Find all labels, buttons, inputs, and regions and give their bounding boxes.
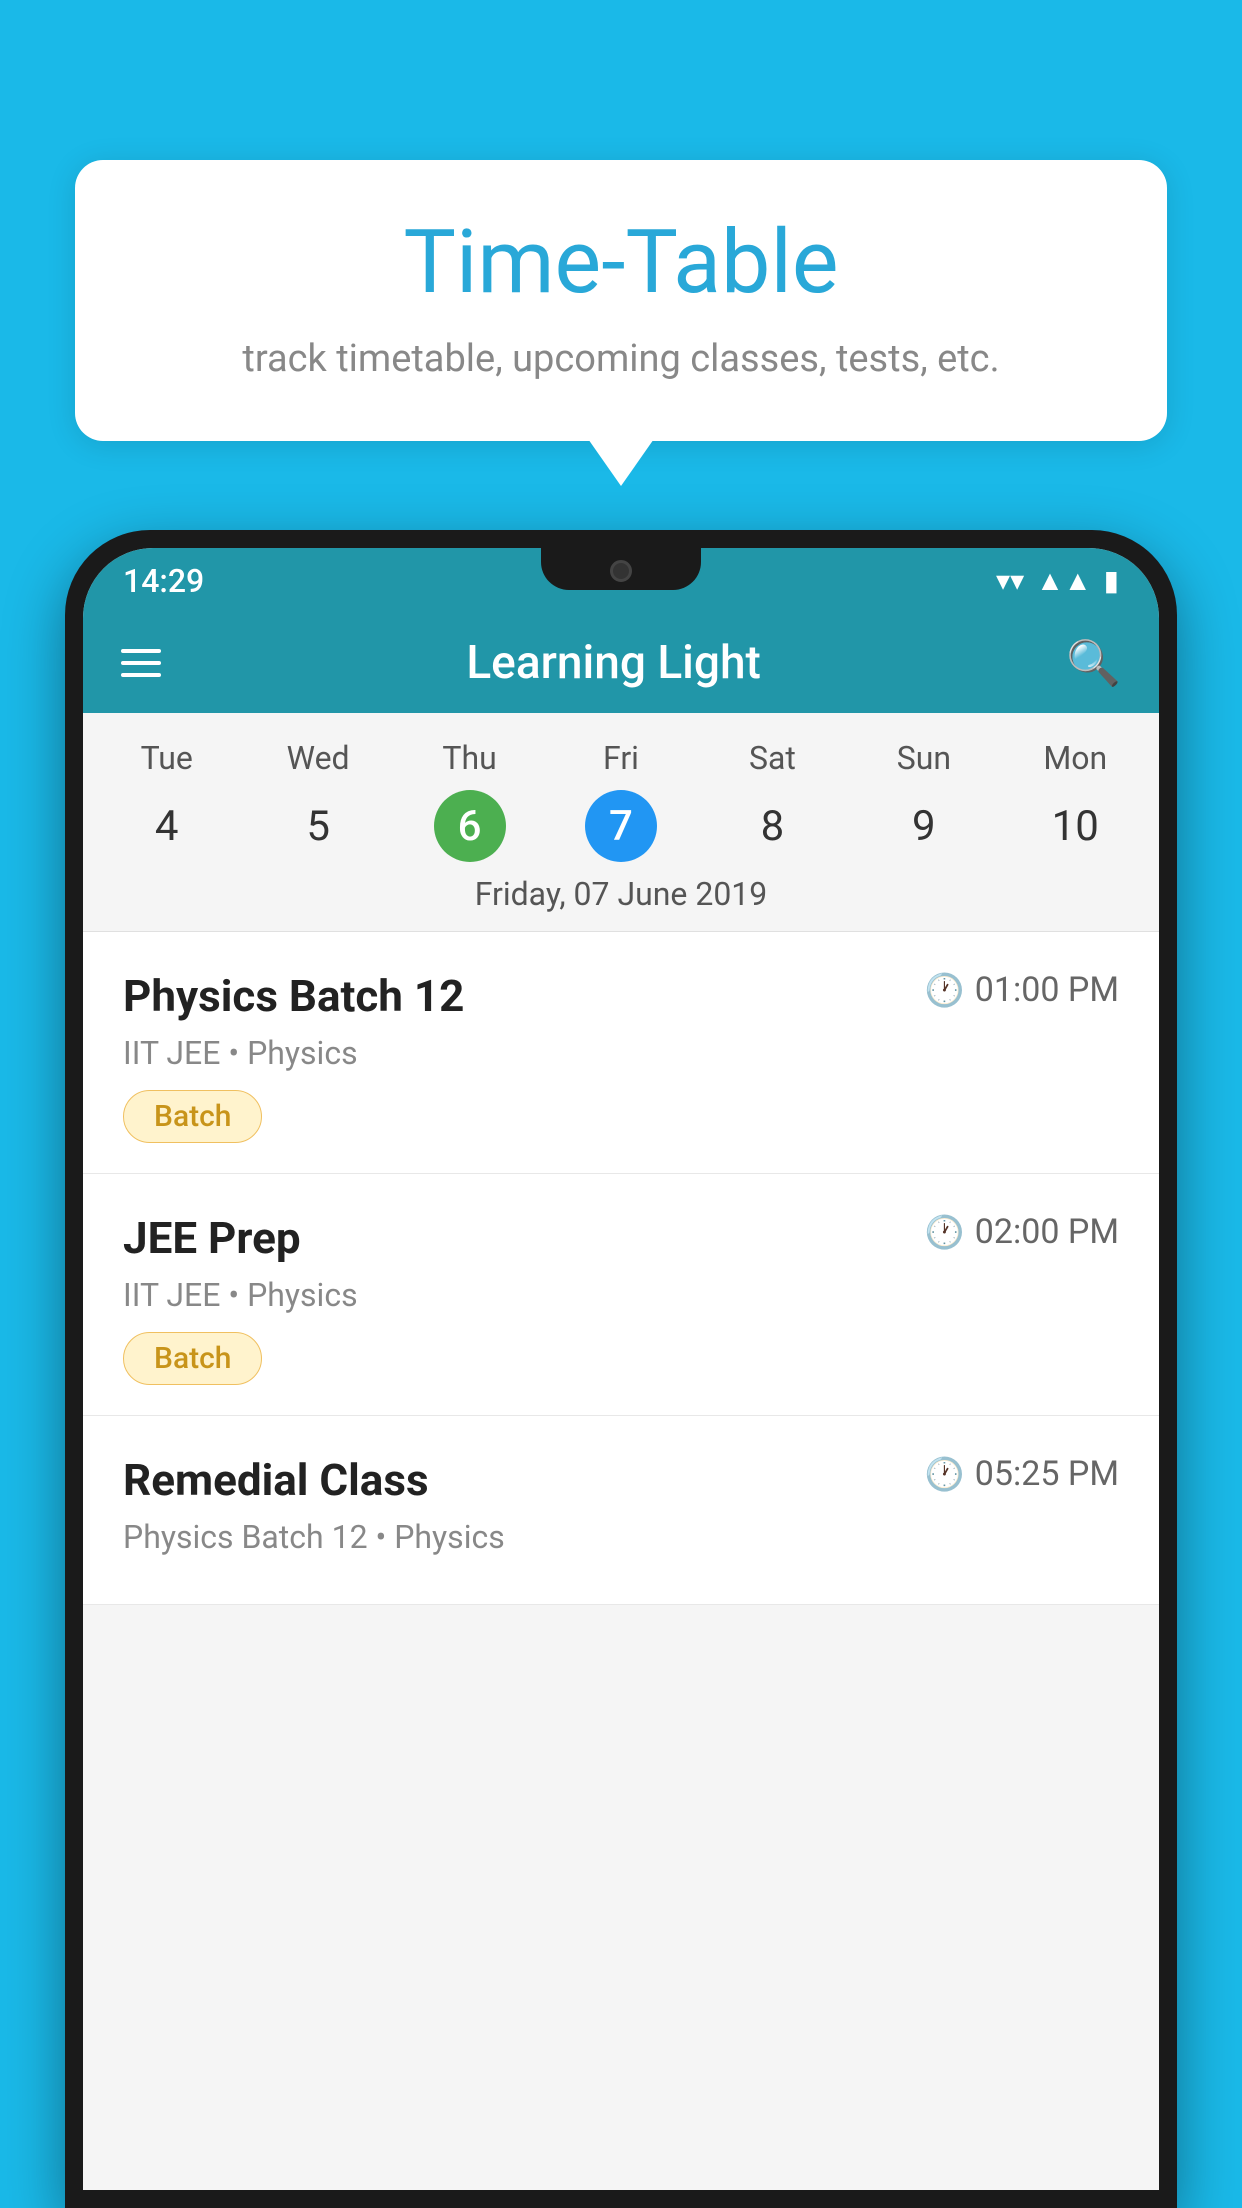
phone-frame: 14:29 ▾▾ ▲▲ ▮ Learning Light 🔍 Tue — [65, 530, 1177, 2208]
phone-notch — [541, 548, 701, 590]
day-numbers: 4 5 6 7 8 9 10 — [83, 790, 1159, 863]
class-time-2: 🕐 05:25 PM — [925, 1454, 1119, 1494]
app-bar: Learning Light 🔍 — [83, 613, 1159, 713]
batch-tag-0: Batch — [123, 1090, 262, 1143]
day-label-fri: Fri — [545, 731, 696, 785]
class-meta-2: Physics Batch 12 • Physics — [123, 1518, 1119, 1556]
day-labels: Tue Wed Thu Fri Sat Sun Mon — [83, 731, 1159, 785]
clock-icon-0: 🕐 — [925, 971, 965, 1009]
class-time-1: 🕐 02:00 PM — [925, 1212, 1119, 1252]
class-item-header-2: Remedial Class 🕐 05:25 PM — [123, 1454, 1119, 1506]
batch-tag-1: Batch — [123, 1332, 262, 1385]
clock-icon-1: 🕐 — [925, 1213, 965, 1251]
class-list: Physics Batch 12 🕐 01:00 PM IIT JEE • Ph… — [83, 932, 1159, 1605]
battery-icon: ▮ — [1104, 564, 1119, 597]
day-label-wed: Wed — [242, 731, 393, 785]
day-label-sun: Sun — [848, 731, 999, 785]
day-label-mon: Mon — [1000, 731, 1151, 785]
class-name-1: JEE Prep — [123, 1212, 301, 1264]
class-item-header-1: JEE Prep 🕐 02:00 PM — [123, 1212, 1119, 1264]
signal-icon: ▲▲ — [1036, 564, 1091, 597]
class-meta-0: IIT JEE • Physics — [123, 1034, 1119, 1072]
tooltip-card: Time-Table track timetable, upcoming cla… — [75, 160, 1167, 441]
day-6-today[interactable]: 6 — [434, 790, 506, 862]
class-item-0[interactable]: Physics Batch 12 🕐 01:00 PM IIT JEE • Ph… — [83, 932, 1159, 1174]
class-name-0: Physics Batch 12 — [123, 970, 464, 1022]
phone-screen: 14:29 ▾▾ ▲▲ ▮ Learning Light 🔍 Tue — [83, 548, 1159, 2190]
day-10[interactable]: 10 — [1000, 790, 1151, 863]
day-5[interactable]: 5 — [242, 790, 393, 863]
app-title: Learning Light — [191, 636, 1036, 690]
day-7-selected[interactable]: 7 — [585, 790, 657, 862]
day-9[interactable]: 9 — [848, 790, 999, 863]
calendar-strip: Tue Wed Thu Fri Sat Sun Mon 4 5 6 7 8 9 … — [83, 713, 1159, 932]
hamburger-icon[interactable] — [121, 649, 161, 677]
calendar-date-label: Friday, 07 June 2019 — [83, 863, 1159, 932]
tooltip-subtitle: track timetable, upcoming classes, tests… — [135, 337, 1107, 381]
class-item-1[interactable]: JEE Prep 🕐 02:00 PM IIT JEE • Physics Ba… — [83, 1174, 1159, 1416]
class-item-2[interactable]: Remedial Class 🕐 05:25 PM Physics Batch … — [83, 1416, 1159, 1605]
day-label-thu: Thu — [394, 731, 545, 785]
day-label-sat: Sat — [697, 731, 848, 785]
status-icons: ▾▾ ▲▲ ▮ — [996, 564, 1119, 597]
class-meta-1: IIT JEE • Physics — [123, 1276, 1119, 1314]
day-4[interactable]: 4 — [91, 790, 242, 863]
phone-camera — [610, 560, 632, 582]
status-time: 14:29 — [123, 562, 204, 600]
class-item-header-0: Physics Batch 12 🕐 01:00 PM — [123, 970, 1119, 1022]
day-label-tue: Tue — [91, 731, 242, 785]
class-name-2: Remedial Class — [123, 1454, 429, 1506]
clock-icon-2: 🕐 — [925, 1455, 965, 1493]
wifi-icon: ▾▾ — [996, 564, 1024, 597]
day-8[interactable]: 8 — [697, 790, 848, 863]
class-time-0: 🕐 01:00 PM — [925, 970, 1119, 1010]
tooltip-title: Time-Table — [135, 215, 1107, 312]
search-icon[interactable]: 🔍 — [1066, 637, 1121, 689]
